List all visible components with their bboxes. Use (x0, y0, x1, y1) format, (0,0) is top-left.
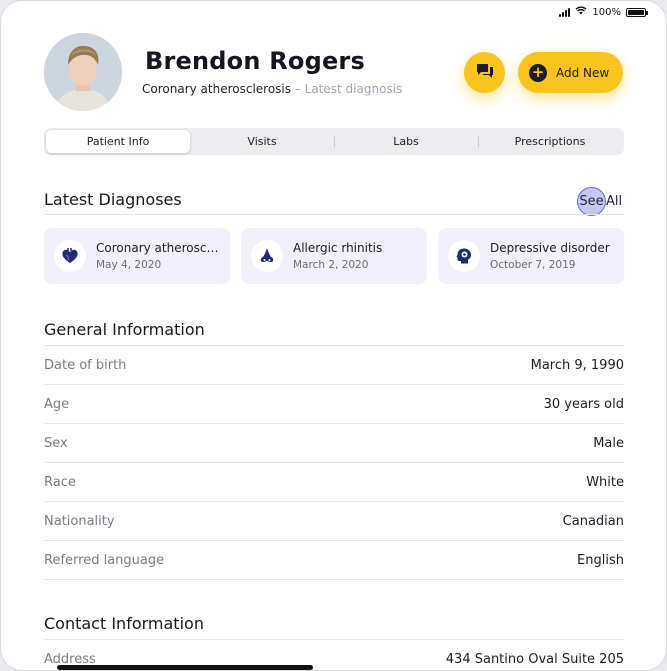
info-label: Referred language (44, 552, 165, 568)
diagnosis-name: Allergic rhinitis (293, 241, 383, 255)
tab-patient-info[interactable]: Patient Info (46, 130, 190, 153)
battery-percent: 100% (592, 6, 621, 18)
latest-diagnoses-title: Latest Diagnoses (44, 190, 182, 209)
diagnosis-date: May 4, 2020 (96, 259, 162, 271)
patient-name: Brendon Rogers (145, 47, 365, 75)
info-label: Sex (44, 435, 68, 451)
info-row-age: Age 30 years old (44, 385, 624, 424)
info-value: English (577, 552, 624, 568)
message-button[interactable] (464, 52, 505, 93)
diagnosis-name: Coronary atherosclerosis (96, 241, 220, 255)
heart-icon (54, 240, 86, 272)
info-value: Male (593, 435, 624, 451)
plus-icon: + (529, 63, 547, 82)
home-indicator[interactable] (57, 665, 313, 670)
diagnosis-card[interactable]: Coronary atherosclerosis May 4, 2020 (44, 228, 230, 284)
patient-diagnosis-line: Coronary atherosclerosis – Latest diagno… (142, 82, 402, 96)
info-value: 434 Santino Oval Suite 205 (445, 652, 624, 667)
info-label: Age (44, 396, 70, 412)
diagnosis-date: March 2, 2020 (293, 259, 369, 271)
wifi-icon (575, 6, 587, 18)
info-row-nationality: Nationality Canadian (44, 502, 624, 541)
add-new-button[interactable]: + Add New (518, 52, 623, 93)
latest-diagnosis-text: Coronary atherosclerosis (142, 82, 292, 96)
add-new-label: Add New (556, 65, 610, 80)
app-screen: 100% Brendon Rogers Coronary atheroscler… (0, 0, 667, 671)
contact-information-title: Contact Information (44, 614, 204, 633)
latest-diagnosis-note: – Latest diagnosis (291, 82, 403, 96)
signal-icon (559, 7, 571, 17)
chat-icon (476, 63, 494, 83)
info-value: 30 years old (543, 396, 624, 412)
tab-bar: Patient Info Visits Labs Prescriptions (44, 128, 624, 155)
info-row-referred-language: Referred language English (44, 541, 624, 580)
tab-visits[interactable]: Visits (190, 130, 334, 153)
info-value: Canadian (562, 513, 624, 529)
see-all-highlight: See (577, 187, 606, 216)
info-label: Date of birth (44, 357, 127, 373)
see-all-label: All (606, 194, 623, 209)
diagnosis-name: Depressive disorder (490, 241, 610, 255)
diagnosis-date: October 7, 2019 (490, 259, 576, 271)
info-value: March 9, 1990 (530, 357, 624, 373)
info-row-race: Race White (44, 463, 624, 502)
diagnosis-card[interactable]: Depressive disorder October 7, 2019 (438, 228, 624, 284)
nose-icon (251, 240, 283, 272)
info-label: Nationality (44, 513, 115, 529)
battery-icon (626, 7, 648, 17)
diagnosis-card[interactable]: Allergic rhinitis March 2, 2020 (241, 228, 427, 284)
tab-labs[interactable]: Labs (334, 130, 478, 153)
tab-prescriptions[interactable]: Prescriptions (478, 130, 622, 153)
avatar (44, 33, 122, 111)
brain-head-icon (448, 240, 480, 272)
info-label: Race (44, 474, 76, 490)
status-bar: 100% (559, 5, 648, 19)
general-information-title: General Information (44, 320, 205, 339)
info-row-sex: Sex Male (44, 424, 624, 463)
see-all-link[interactable]: See All (577, 187, 622, 216)
info-row-date-of-birth: Date of birth March 9, 1990 (44, 346, 624, 385)
section-divider (44, 214, 624, 215)
info-value: White (586, 474, 624, 490)
